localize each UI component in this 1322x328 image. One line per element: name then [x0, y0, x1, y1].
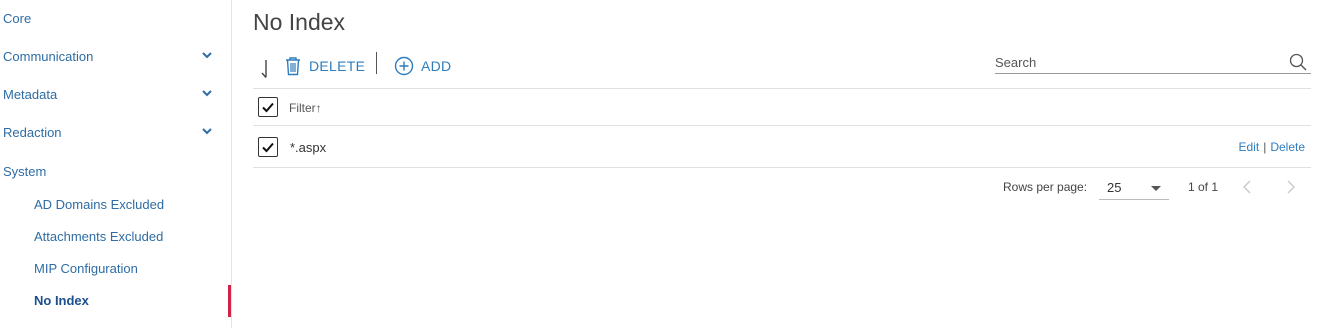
- sidebar-item-label: Core: [3, 10, 32, 26]
- sidebar-subitem-ad-domains-excluded[interactable]: AD Domains Excluded: [34, 195, 164, 215]
- sidebar: Core Communication Metadata Redaction Sy…: [0, 0, 232, 328]
- sidebar-item-system[interactable]: System: [0, 159, 231, 183]
- checkmark-icon: [262, 142, 274, 153]
- dropdown-caret-icon: [1151, 186, 1161, 191]
- delete-button[interactable]: DELETE: [284, 54, 365, 78]
- chevron-down-icon: [202, 52, 212, 59]
- sidebar-item-label: Communication: [3, 48, 94, 64]
- action-separator: |: [1263, 140, 1267, 154]
- row-actions: Edit | Delete: [1239, 140, 1306, 154]
- sidebar-item-communication[interactable]: Communication: [0, 44, 231, 68]
- table-row[interactable]: *.aspx Edit | Delete: [253, 125, 1311, 168]
- select-all-checkbox[interactable]: [258, 97, 278, 117]
- sidebar-item-label: Redaction: [3, 124, 62, 140]
- rows-per-page-value: 25: [1107, 180, 1122, 195]
- column-header-label: Filter: [289, 101, 316, 115]
- pagination: Rows per page: 25 1 of 1: [253, 170, 1311, 204]
- sidebar-subitem-attachments-excluded[interactable]: Attachments Excluded: [34, 227, 163, 247]
- filters-table: Filter↑ *.aspx Edit | Delete: [253, 88, 1311, 168]
- search-box: [995, 52, 1311, 74]
- sidebar-item-core[interactable]: Core: [0, 6, 231, 30]
- sort-ascending-icon: ↑: [315, 101, 322, 115]
- chevron-down-icon: [202, 128, 212, 135]
- sidebar-item-label: Metadata: [3, 86, 58, 102]
- sidebar-item-redaction[interactable]: Redaction: [0, 120, 231, 144]
- column-header-filter[interactable]: Filter↑: [289, 101, 322, 115]
- chevron-down-icon: [202, 90, 212, 97]
- delete-button-label: DELETE: [309, 58, 366, 74]
- delete-link[interactable]: Delete: [1270, 140, 1305, 154]
- plus-circle-icon: [394, 56, 414, 76]
- toolbar: DELETE ADD: [253, 52, 653, 80]
- add-button-label: ADD: [421, 58, 452, 74]
- page-info: 1 of 1: [1188, 180, 1219, 194]
- sidebar-item-label: System: [3, 163, 47, 179]
- search-input[interactable]: [995, 52, 1275, 72]
- page-title: No Index: [253, 9, 346, 35]
- rows-per-page-select[interactable]: 25: [1099, 176, 1169, 200]
- add-button[interactable]: ADD: [394, 54, 451, 78]
- checkmark-icon: [262, 102, 274, 113]
- table-header-row: Filter↑: [253, 88, 1311, 125]
- next-page-icon[interactable]: [1281, 178, 1299, 196]
- sort-icon[interactable]: [261, 58, 273, 80]
- sidebar-subitem-mip-configuration[interactable]: MIP Configuration: [34, 259, 138, 279]
- filter-cell: *.aspx: [290, 140, 327, 155]
- rows-per-page-label: Rows per page:: [1003, 180, 1088, 194]
- search-icon[interactable]: [1289, 53, 1307, 71]
- edit-link[interactable]: Edit: [1239, 140, 1260, 154]
- toolbar-divider: [376, 52, 377, 74]
- trash-icon: [286, 57, 300, 76]
- previous-page-icon[interactable]: [1239, 178, 1257, 196]
- sidebar-item-metadata[interactable]: Metadata: [0, 82, 231, 106]
- row-checkbox[interactable]: [258, 137, 278, 157]
- active-indicator: [228, 285, 231, 317]
- sidebar-subitem-no-index[interactable]: No Index: [34, 291, 89, 311]
